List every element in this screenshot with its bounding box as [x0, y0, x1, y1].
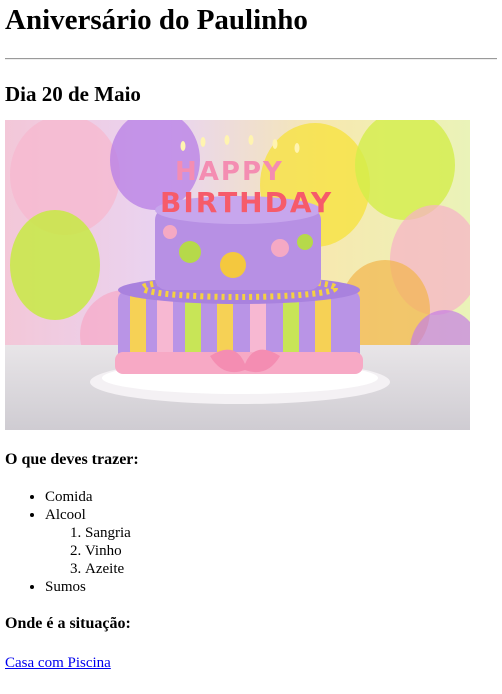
list-item: Azeite [85, 560, 497, 578]
alcohol-sublist: Sangria Vinho Azeite [45, 524, 497, 578]
bring-heading: O que deves trazer: [5, 451, 139, 468]
list-item-label: Alcool [45, 507, 86, 523]
cake-topper-text-birthday: BIRTHDAY [160, 186, 333, 219]
page-title: Aniversário do Paulinho [5, 4, 308, 36]
event-date: Dia 20 de Maio [5, 82, 141, 106]
list-item: Alcool Sangria Vinho Azeite [45, 506, 497, 578]
birthday-cake-image: HAPPY BIRTHDAY [5, 120, 470, 430]
page: Aniversário do Paulinho Dia 20 de Maio H… [0, 2, 502, 672]
location-link[interactable]: Casa com Piscina [5, 654, 111, 672]
list-item: Sumos [45, 578, 497, 596]
cake-topper-text-happy: HAPPY [175, 157, 284, 187]
list-item: Vinho [85, 542, 497, 560]
location-heading: Onde é a situação: [5, 615, 131, 632]
divider [5, 58, 497, 60]
bring-list: Comida Alcool Sangria Vinho Azeite Sumos [5, 488, 497, 596]
list-item: Sangria [85, 524, 497, 542]
list-item: Comida [45, 488, 497, 506]
